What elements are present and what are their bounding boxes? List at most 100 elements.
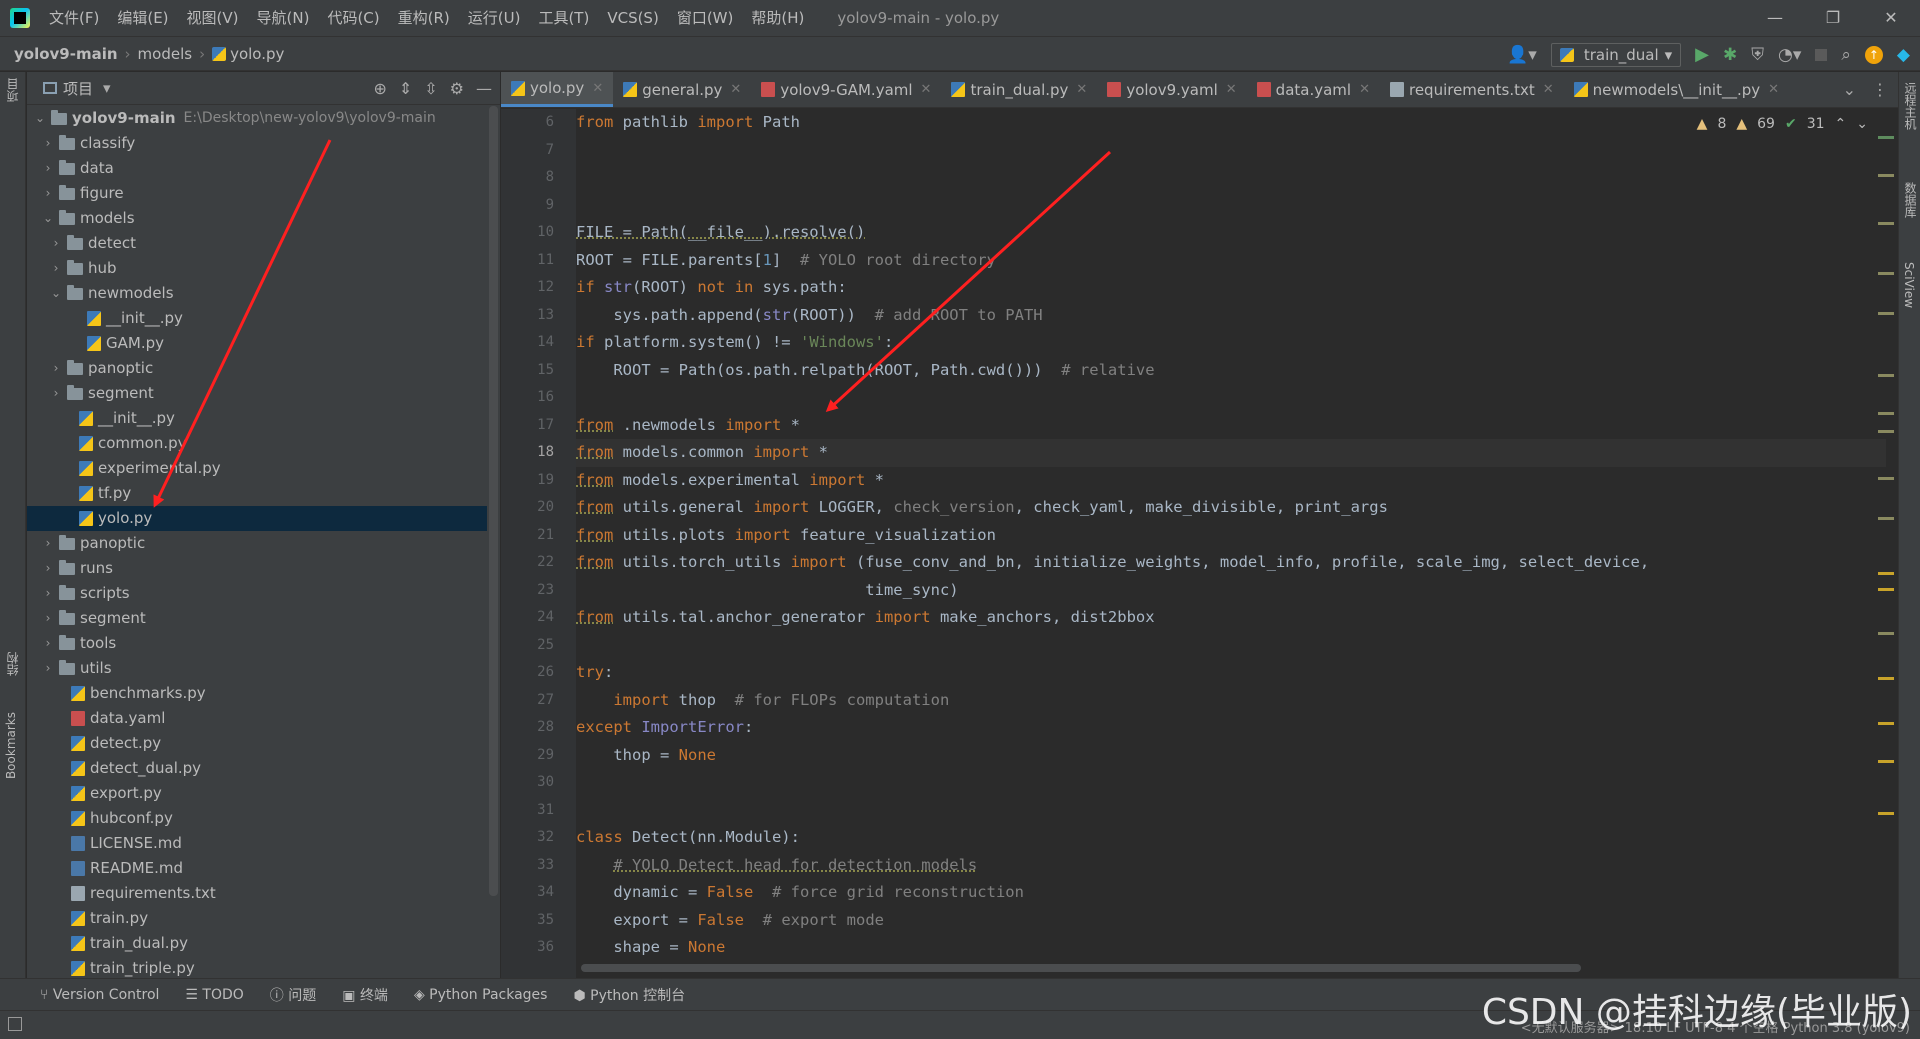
editor-tab[interactable]: yolo.py ✕ [501,72,614,107]
menu-item[interactable]: 窗口(W) [668,0,743,36]
status-panel-icon[interactable] [8,1017,22,1031]
more-icon[interactable]: ⋮ [1872,80,1888,99]
code-line[interactable]: # YOLO Detect head for detection models [576,852,1886,880]
code-line[interactable]: from utils.plots import feature_visualiz… [576,522,1886,550]
code-line[interactable]: FILE = Path(__file__).resolve() [576,219,1886,247]
tree-file[interactable]: README.md [27,856,487,881]
tree-folder[interactable]: › segment [27,606,487,631]
code-line[interactable]: except ImportError: [576,714,1886,742]
menu-item[interactable]: 帮助(H) [742,0,813,36]
chevron-right-icon[interactable]: › [41,181,55,206]
sciview-tool-tab[interactable]: SciView [1902,262,1916,308]
stripe-mark[interactable] [1878,677,1894,680]
close-tab-icon[interactable]: ✕ [592,81,603,96]
line-number[interactable]: 17 [501,412,576,440]
chevron-down-icon[interactable]: ⌄ [33,106,47,131]
tree-file[interactable]: experimental.py [27,456,487,481]
project-panel-title[interactable]: 项目 [63,78,93,99]
search-icon[interactable]: ⌕ [1841,45,1851,65]
code-line[interactable] [576,797,1886,825]
line-number[interactable]: 6 [501,109,576,137]
line-number[interactable]: 8 [501,164,576,192]
tree-folder[interactable]: › tools [27,631,487,656]
editor-tab[interactable]: newmodels\__init__.py ✕ [1564,72,1789,107]
stripe-mark[interactable] [1878,477,1894,480]
line-number[interactable]: 23 [501,577,576,605]
line-number[interactable]: 16 [501,384,576,412]
tree-file[interactable]: yolo.py [27,506,487,531]
hide-icon[interactable]: — [476,79,492,98]
stripe-mark[interactable] [1878,572,1894,575]
tree-file[interactable]: LICENSE.md [27,831,487,856]
line-number[interactable]: 31 [501,797,576,825]
line-number[interactable]: 33 [501,852,576,880]
tree-folder[interactable]: › utils [27,656,487,681]
bottom-tool-button[interactable]: ◈ Python Packages [414,987,548,1003]
stripe-mark[interactable] [1878,722,1894,725]
chevron-right-icon[interactable]: › [49,256,63,281]
code-line[interactable]: from utils.tal.anchor_generator import m… [576,604,1886,632]
code-line[interactable] [576,632,1886,660]
stripe-mark[interactable] [1878,588,1894,591]
line-number[interactable]: 20 [501,494,576,522]
error-stripe[interactable] [1878,112,1894,972]
line-number[interactable]: 15 [501,357,576,385]
chevron-up-icon[interactable]: ⌃ [1835,116,1847,132]
code-line[interactable]: from pathlib import Path [576,109,1886,137]
tree-file[interactable]: GAM.py [27,331,487,356]
editor-tab[interactable]: requirements.txt ✕ [1380,72,1564,107]
editor-tab[interactable]: data.yaml ✕ [1247,72,1380,107]
tree-folder[interactable]: ⌄ models [27,206,487,231]
code-line[interactable]: from models.experimental import * [576,467,1886,495]
stripe-mark[interactable] [1878,412,1894,415]
maximize-button[interactable]: ❐ [1804,0,1862,36]
bottom-tool-button[interactable]: ▣ 终端 [342,985,388,1005]
line-number[interactable]: 7 [501,137,576,165]
tree-file[interactable]: train_triple.py [27,956,487,978]
code-line[interactable]: if platform.system() != 'Windows': [576,329,1886,357]
editor-tab[interactable]: yolov9.yaml ✕ [1097,72,1246,107]
tree-file[interactable]: __init__.py [27,306,487,331]
code-line[interactable]: if str(ROOT) not in sys.path: [576,274,1886,302]
tree-folder[interactable]: › classify [27,131,487,156]
line-number[interactable]: 26 [501,659,576,687]
code-line[interactable]: from .newmodels import * [576,412,1886,440]
close-button[interactable]: ✕ [1862,0,1920,36]
menu-item[interactable]: 代码(C) [318,0,388,36]
code-line[interactable] [576,384,1886,412]
chevron-down-icon[interactable]: ▾ [103,79,111,97]
code-line[interactable]: from utils.torch_utils import (fuse_conv… [576,549,1886,577]
tree-file[interactable]: tf.py [27,481,487,506]
line-number[interactable]: 22 [501,549,576,577]
code-line[interactable]: class Detect(nn.Module): [576,824,1886,852]
line-number[interactable]: 9 [501,192,576,220]
line-number[interactable]: 36 [501,934,576,962]
chevron-right-icon[interactable]: › [41,606,55,631]
line-number[interactable]: 21 [501,522,576,550]
line-number[interactable]: 18 [501,439,576,467]
coverage-icon[interactable]: ⛨ [1751,45,1764,65]
line-number[interactable]: 12 [501,274,576,302]
tree-file[interactable]: hubconf.py [27,806,487,831]
tree-file[interactable]: train.py [27,906,487,931]
line-number[interactable]: 30 [501,769,576,797]
code-line[interactable]: ROOT = FILE.parents[1] # YOLO root direc… [576,247,1886,275]
code-line[interactable]: try: [576,659,1886,687]
chevron-right-icon[interactable]: › [41,656,55,681]
stripe-mark[interactable] [1878,312,1894,315]
tree-folder[interactable]: › panoptic [27,531,487,556]
stripe-mark[interactable] [1878,374,1894,377]
inspection-widget[interactable]: ▲ 8 ▲ 69 ✔ 31 ⌃ ⌄ [1697,116,1868,132]
code-line[interactable] [576,164,1886,192]
collapse-all-icon[interactable]: ⇳ [424,79,437,98]
code-line[interactable]: from utils.general import LOGGER, check_… [576,494,1886,522]
code-line[interactable]: shape = None [576,934,1886,962]
chevron-right-icon[interactable]: › [41,531,55,556]
plugin-icon[interactable]: ◆ [1897,45,1910,65]
breadcrumb-project[interactable]: yolov9-main [14,45,118,63]
line-number[interactable]: 11 [501,247,576,275]
tree-file[interactable]: common.py [27,431,487,456]
line-number[interactable]: 25 [501,632,576,660]
tree-file[interactable]: detect_dual.py [27,756,487,781]
minimize-button[interactable]: — [1746,0,1804,36]
